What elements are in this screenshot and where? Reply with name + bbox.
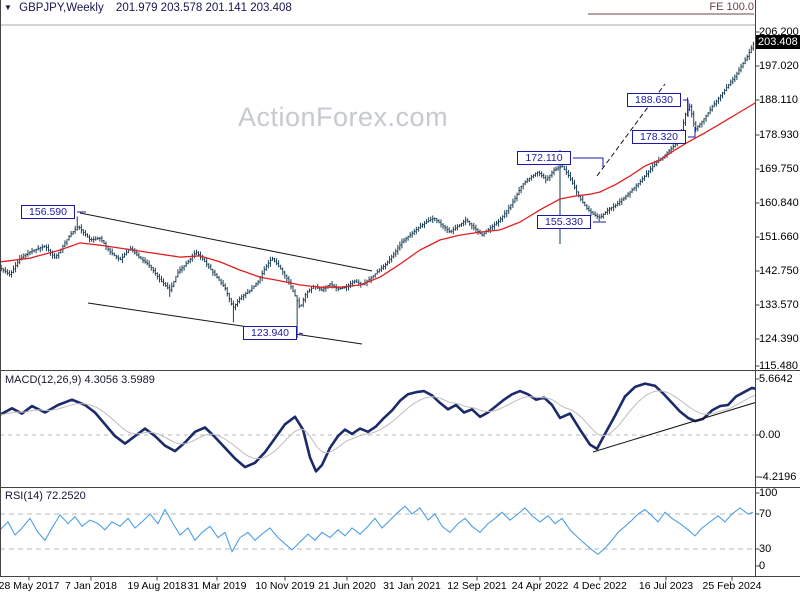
price-tick-label: 178.930 [759,129,799,141]
price-tick-label: 124.390 [759,333,799,345]
rsi-pane[interactable] [0,488,756,576]
channel-upper-trendline [79,212,373,272]
rsi-indicator-label: RSI(14) 72.2520 [5,490,86,502]
date-tick-label: 31 Jan 2021 [383,580,441,592]
macd-main-line [0,382,756,473]
callout-pointer [298,332,304,335]
price-tick-label: 169.750 [759,163,799,175]
fibonacci-expansion-label[interactable]: FE 100.0 [690,1,754,13]
callout-pointer [688,127,696,138]
date-tick-label: 16 Jul 2023 [638,580,694,592]
price-label-callout[interactable]: 188.630 [627,93,681,107]
macd-tick-label: -4.2196 [759,471,797,483]
price-tick-label: 160.840 [759,197,799,209]
price-label-callout[interactable]: 172.110 [517,151,571,165]
symbol-period-label: GBPJPY,Weekly [19,2,104,14]
rsi-line [0,505,754,556]
price-tick-label: 115.480 [759,360,798,372]
ohlc-readout: 201.979 203.578 201.141 203.408 [115,2,292,14]
rsi-tick-label: 0 [759,560,766,572]
symbol-dropdown-icon[interactable]: ▼ [4,3,12,12]
date-tick-label: 21 Jun 2020 [318,580,376,592]
trading-chart-window: ▼ GBPJPY,Weekly 201.979 203.578 201.141 … [0,0,800,600]
date-tick-label: 24 Apr 2022 [511,580,569,592]
price-tick-label: 133.570 [759,299,799,311]
date-tick-label: 31 Mar 2019 [187,580,247,592]
price-label-callout[interactable]: 156.590 [21,205,75,219]
rsi-tick-label: 70 [759,508,772,520]
price-tick-label: 142.750 [759,265,799,277]
current-price-tag: 203.408 [756,35,800,49]
date-tick-label: 25 Feb 2024 [702,580,762,592]
date-tick-label: 28 May 2017 [0,580,60,592]
price-tick-label: 197.020 [759,60,799,72]
price-tick-label: 151.660 [759,231,799,243]
candlesticks [0,41,755,338]
price-label-callout[interactable]: 123.940 [243,326,297,340]
date-tick-label: 19 Aug 2018 [127,580,187,592]
price-label-callout[interactable]: 155.330 [537,215,591,229]
date-tick-label: 4 Dec 2022 [573,580,627,592]
price-label-callout[interactable]: 178.320 [632,130,686,144]
macd-pane[interactable] [0,371,756,487]
callout-pointer [573,157,604,167]
chart-title-bar: ▼ GBPJPY,Weekly 201.979 203.578 201.141 … [4,2,292,14]
rsi-tick-label: 30 [759,543,772,555]
macd-indicator-label: MACD(12,26,9) 4.3056 3.5989 [5,374,155,386]
macd-tick-label: 0.00 [759,429,781,441]
price-tick-label: 188.110 [759,94,798,106]
rsi-tick-label: 100 [759,487,778,499]
date-tick-label: 7 Jan 2018 [65,580,117,592]
channel-lower-trendline [87,302,363,345]
date-tick-label: 10 Nov 2019 [255,580,315,592]
watermark: ActionForex.com [238,102,449,132]
date-tick-label: 12 Sep 2021 [447,580,507,592]
macd-tick-label: 5.6642 [759,373,793,385]
main-price-pane[interactable] [0,0,756,371]
